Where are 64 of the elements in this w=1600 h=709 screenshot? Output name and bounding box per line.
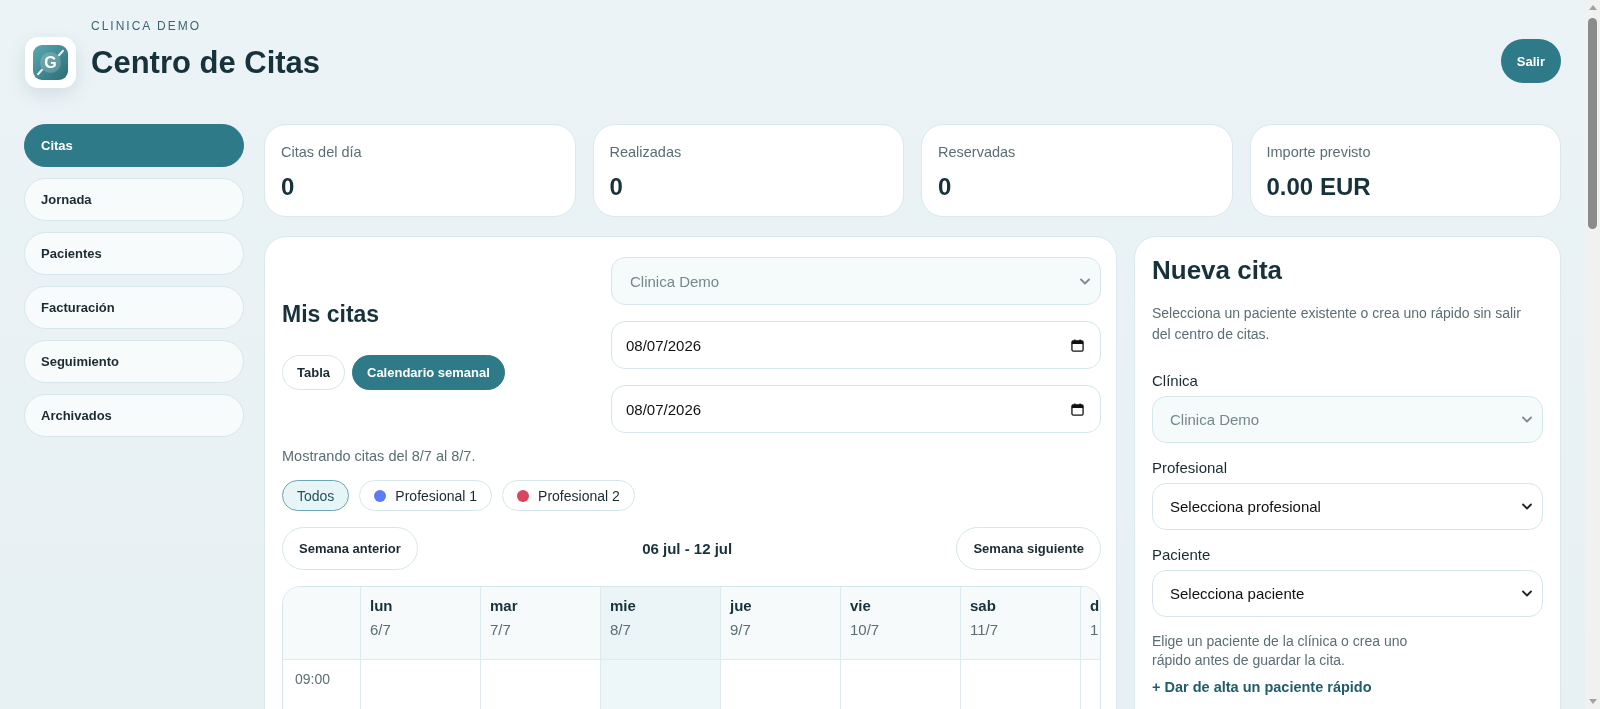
date-input[interactable]: 08/07/2026: [611, 385, 1101, 433]
sidebar-item[interactable]: Seguimiento: [24, 340, 244, 383]
stat-value: 0: [281, 173, 295, 201]
field-label: Paciente: [1152, 545, 1211, 565]
day-name: jue: [730, 596, 752, 616]
filter-chip[interactable]: Profesional 2: [502, 480, 635, 511]
day-date: 6/7: [370, 620, 391, 640]
field-label: Clínica: [1152, 371, 1198, 391]
day-date: 10/7: [850, 620, 880, 640]
section-title: Mis citas: [282, 300, 380, 328]
clinic-name: CLINICA DEMO: [91, 19, 202, 33]
filter-chip[interactable]: Todos: [282, 480, 350, 511]
day-name: d: [1090, 596, 1100, 616]
sidebar-item[interactable]: Facturación: [24, 286, 244, 329]
time-label: 09:00: [283, 660, 361, 709]
day-name: mie: [610, 596, 636, 616]
scrollbar-track[interactable]: [1585, 0, 1600, 709]
next-week-button[interactable]: Semana siguiente: [956, 527, 1101, 570]
stat-value: 0.00 EUR: [1266, 173, 1371, 201]
previous-week-button[interactable]: Semana anterior: [282, 527, 418, 570]
sidebar-item[interactable]: Pacientes: [24, 232, 244, 275]
quick-add-patient-link[interactable]: + Dar de alta un paciente rápido: [1152, 677, 1372, 697]
day-date: 1: [1090, 620, 1099, 640]
sidebar-item[interactable]: Jornada: [24, 178, 244, 221]
scrollbar-thumb[interactable]: [1588, 18, 1597, 229]
select-field[interactable]: Selecciona profesional: [1152, 483, 1543, 530]
day-date: 9/7: [730, 620, 751, 640]
panel-title: Nueva cita: [1152, 255, 1284, 285]
scroll-up-icon[interactable]: [1588, 5, 1597, 10]
day-name: lun: [370, 596, 393, 616]
panel-description: Selecciona un paciente existente o crea uno rápido sin salir del centro de citas.: [1152, 304, 1522, 344]
page-title: Centro de Citas: [91, 45, 321, 81]
sidebar-item[interactable]: Citas: [24, 124, 244, 167]
logout-button[interactable]: Salir: [1500, 39, 1561, 83]
help-text: Elige un paciente de la clínica o crea uno rápido antes de guardar la cita.: [1152, 632, 1409, 670]
stat-label: Reservadas: [938, 143, 1016, 162]
chevron-down-icon: [1522, 590, 1532, 597]
scroll-down-icon[interactable]: [1588, 699, 1597, 704]
chevron-down-icon: [1522, 503, 1532, 510]
chevron-down-icon: [1522, 416, 1532, 423]
day-name: mar: [490, 596, 518, 616]
day-date: 11/7: [970, 620, 999, 640]
day-date: 7/7: [490, 620, 511, 640]
stat-label: Citas del día: [281, 143, 362, 162]
app-logo: G: [25, 37, 76, 88]
calendar-icon: [1071, 338, 1084, 352]
day-date: 8/7: [610, 620, 631, 640]
day-name: vie: [850, 596, 871, 616]
stat-label: Importe previsto: [1266, 143, 1371, 162]
week-range: 06 jul - 12 jul: [642, 540, 733, 557]
view-tab[interactable]: Calendario semanal: [352, 355, 505, 390]
field-label: Profesional: [1152, 458, 1228, 478]
stat-value: 0: [938, 173, 952, 201]
date-input[interactable]: 08/07/2026: [611, 321, 1101, 369]
sidebar-item[interactable]: Archivados: [24, 394, 244, 437]
stat-value: 0: [609, 173, 623, 201]
view-tab[interactable]: Tabla: [282, 355, 345, 390]
range-text: Mostrando citas del 8/7 al 8/7.: [282, 447, 477, 466]
stat-label: Realizadas: [609, 143, 682, 162]
day-name: sab: [970, 596, 996, 616]
calendar-icon: [1071, 402, 1084, 416]
select-field[interactable]: Selecciona paciente: [1152, 570, 1543, 617]
chevron-down-icon: [1080, 277, 1090, 285]
filter-chip[interactable]: Profesional 1: [359, 480, 493, 511]
